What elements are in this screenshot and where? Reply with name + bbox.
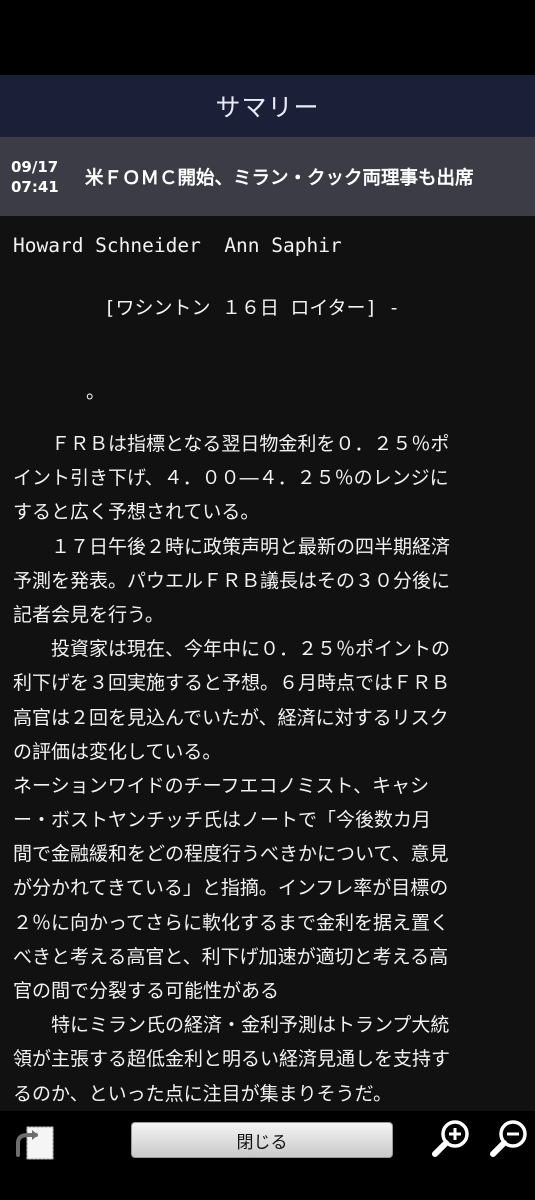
article-line: イント引き下げ、４．００―４．２５％のレンジに (13, 467, 449, 490)
article-line: 投資家は現在、今年中に０．２５％ポイントの (13, 638, 451, 661)
headline-time: 07:41 (11, 177, 59, 196)
article-line: １７日午後２時に政策声明と最新の四半期経済 (13, 535, 451, 558)
page-title: サマリー (215, 93, 320, 122)
article-line: 領が主張する超低金利と明るい経済見通しを支持す (13, 1048, 451, 1071)
article-line: るのか、といった点に注目が集まりそうだ。 (13, 1082, 393, 1105)
article-mark: 。 (86, 381, 106, 403)
article-line: 高官は２回を見込んでいたが、経済に対するリスク (13, 706, 449, 729)
article-line: 予測を発表。パウエルＦＲＢ議長はその３０分後に (13, 569, 451, 592)
headline-bar: 09/17 07:41 米ＦＯＭＣ開始、ミラン・クック両理事も出席 (0, 137, 535, 216)
article-line: 特にミラン氏の経済・金利予測はトランプ大統 (13, 1014, 450, 1037)
close-button[interactable]: 閉じる (131, 1122, 393, 1158)
article-dateline: [ワシントン １６日 ロイター] - (104, 297, 400, 319)
close-button-label: 閉じる (236, 1132, 288, 1153)
article-line: ネーションワイドのチーフエコノミスト、キャシ (13, 774, 430, 797)
title-bar: サマリー (0, 75, 535, 137)
article-line: 記者会見を行う。 (13, 603, 164, 626)
status-bar (0, 0, 535, 75)
article-text: ＦＲＢは指標となる翌日物金利を０．２５％ポ イント引き下げ、４．００―４．２５％… (13, 427, 528, 1111)
headline-datetime: 09/17 07:41 (0, 157, 85, 197)
article-line: すると広く予想されている。 (13, 501, 260, 524)
share-button[interactable] (14, 1121, 56, 1163)
article-line: 利下げを３回実施すると予想。６月時点ではＦＲＢ (13, 672, 451, 695)
article-line: が分かれてきている」と指摘。インフレ率が目標の (13, 877, 449, 900)
zoom-out-button[interactable] (488, 1117, 532, 1161)
headline-text: 米ＦＯＭＣ開始、ミラン・クック両理事も出席 (85, 167, 474, 189)
headline-date: 09/17 (11, 157, 59, 176)
article-line: の評価は変化している。 (13, 740, 222, 763)
article-byline: Howard Schneider Ann Saphir (13, 234, 342, 257)
article-line: ２％に向かってさらに軟化するまで金利を据え置く (13, 911, 450, 934)
article-line: ＦＲＢは指標となる翌日物金利を０．２５％ポ (13, 433, 450, 455)
zoom-out-icon (490, 1120, 527, 1157)
article-line: 間で金融緩和をどの程度行うべきかについて、意見 (13, 843, 449, 866)
article-line: 官の間で分裂する可能性がある (13, 980, 280, 1002)
share-icon (16, 1126, 54, 1160)
article-line: べきと考える高官と、利下げ加速が適切と考える高 (13, 945, 449, 968)
zoom-in-button[interactable] (430, 1117, 474, 1161)
article-line: ー・ボストヤンチッチ氏はノートで「今後数カ月 (13, 809, 432, 832)
zoom-in-icon (432, 1120, 469, 1157)
